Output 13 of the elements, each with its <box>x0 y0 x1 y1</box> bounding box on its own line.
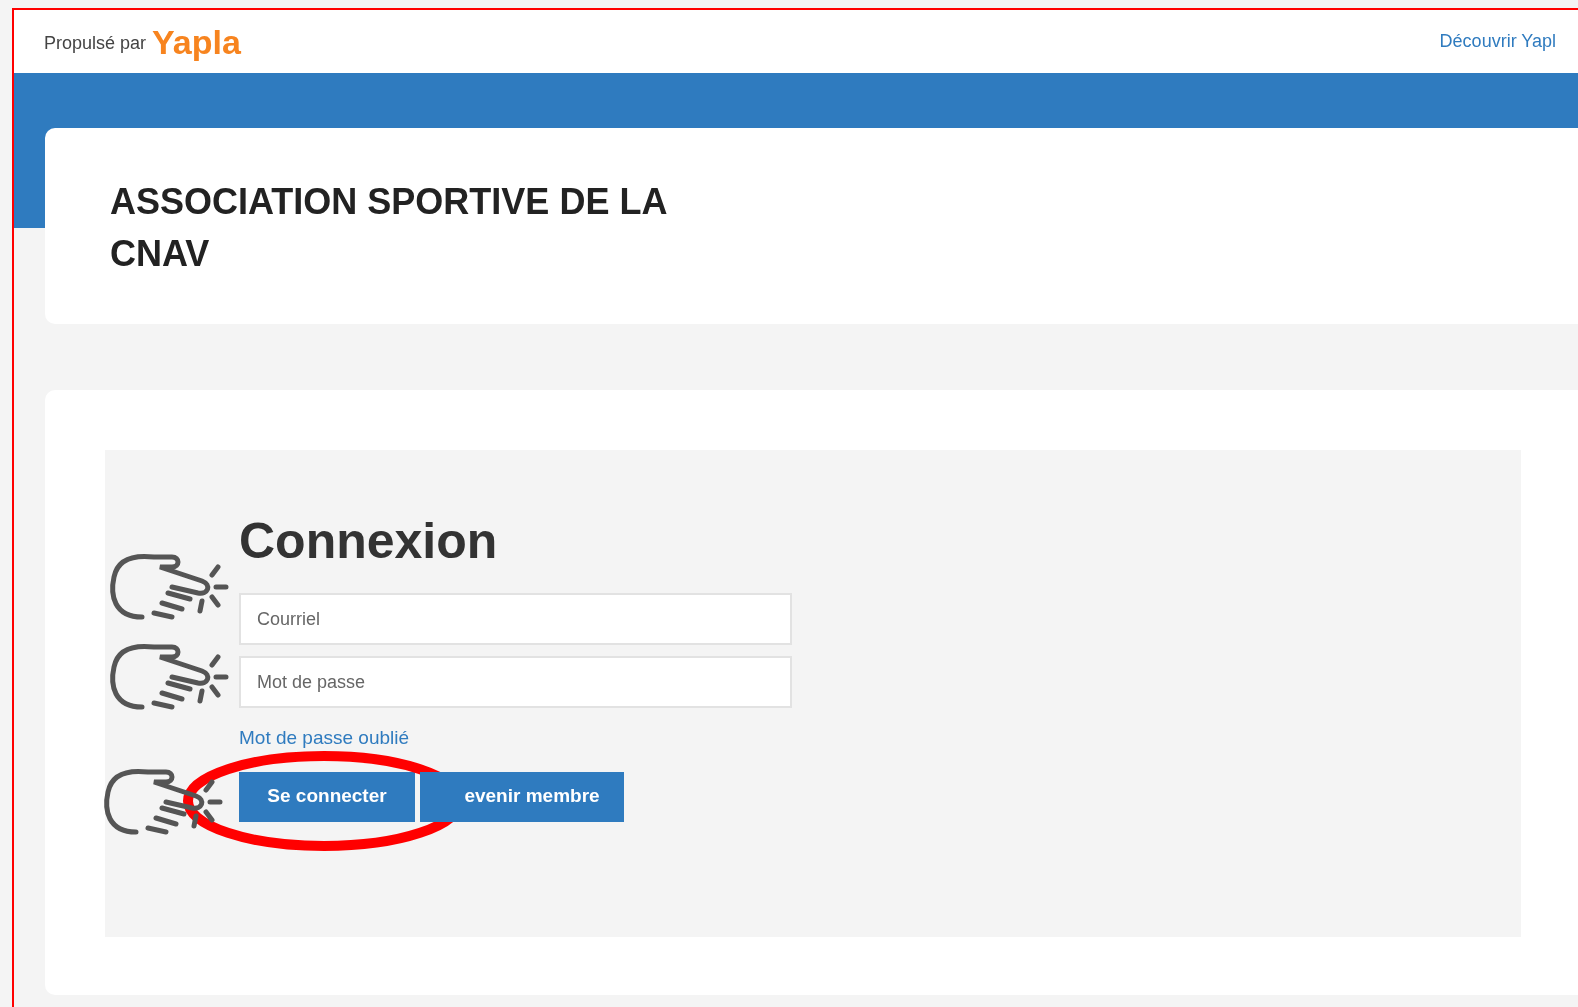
password-field[interactable]: Mot de passe <box>239 656 792 708</box>
brand-logo[interactable]: Yapla <box>152 24 241 59</box>
discover-link[interactable]: Découvrir Yapl <box>1439 28 1556 55</box>
organization-title: ASSOCIATION SPORTIVE DE LA CNAV <box>110 180 668 276</box>
email-field[interactable]: Courriel <box>239 593 792 645</box>
login-button[interactable]: Se connecter <box>239 771 415 822</box>
pointing-hand-icon <box>104 768 223 835</box>
forgot-password-link[interactable]: Mot de passe oublié <box>239 724 410 753</box>
join-button[interactable]: evenir membre <box>420 771 624 822</box>
login-heading: Connexion <box>239 516 499 566</box>
pointing-hand-icon <box>110 553 229 620</box>
powered-by-text: Propulsé par <box>44 31 147 55</box>
pointing-hand-icon <box>110 643 229 710</box>
